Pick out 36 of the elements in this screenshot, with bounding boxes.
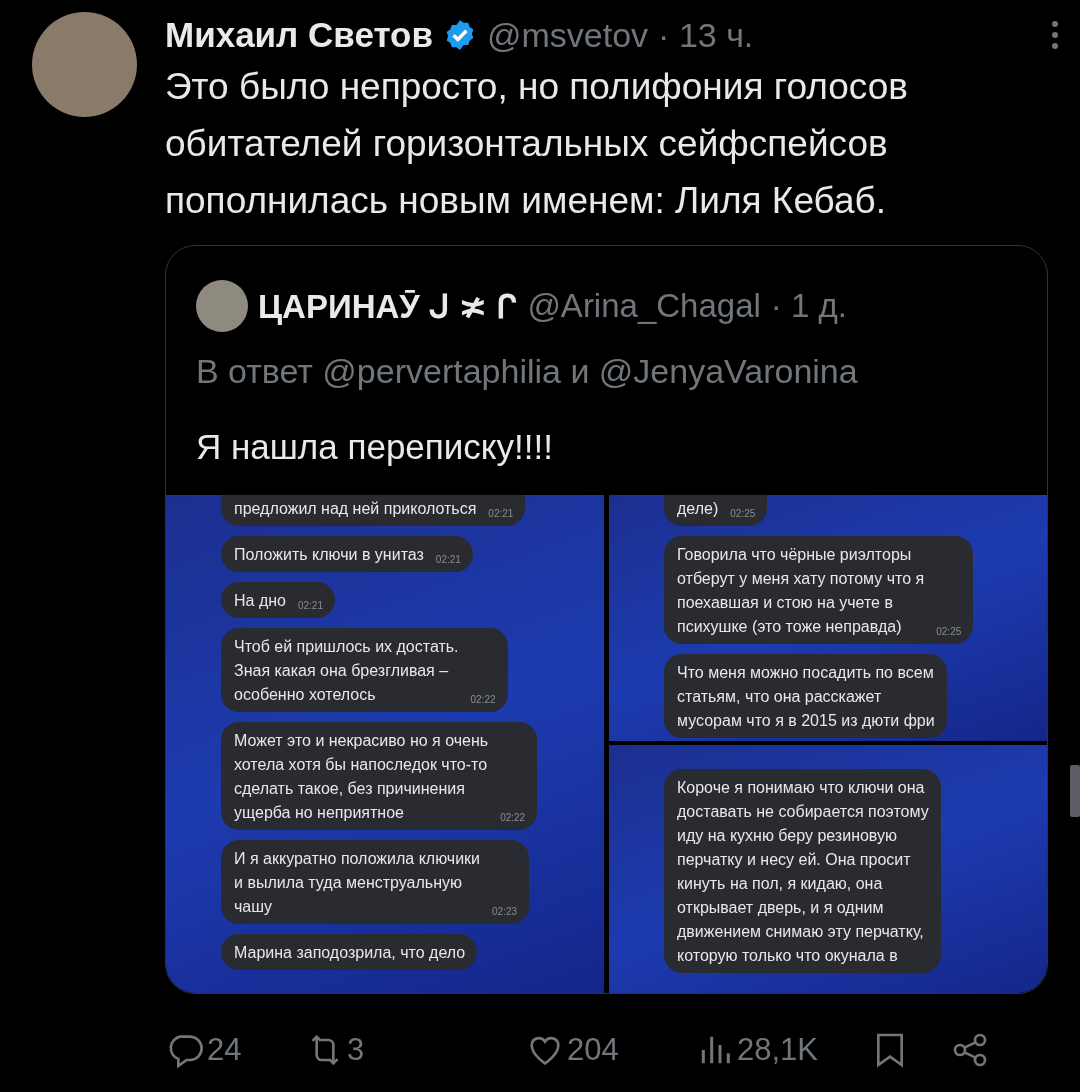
message-time: 02:23 (492, 906, 518, 917)
message-text: Что меня можно посадить по всем статьям, что она расскажет мусорам что я в 2015 из дюти фри (677, 663, 935, 731)
message-text: деле) (677, 499, 719, 519)
post-time: · 13 ч. (658, 15, 754, 55)
message-text: предложил над ней приколоться (234, 499, 477, 519)
message-time: 02:21 (488, 508, 514, 519)
quoted-post[interactable] (165, 245, 1048, 994)
avatar (196, 280, 248, 332)
message-text: Может это и некрасиво но я очень хотела хотя бы напоследок что-то сделать такое, без причинения ущерба но неприятное (234, 731, 489, 823)
message-time: 02:21 (297, 600, 323, 611)
action-count: 204 (567, 1032, 619, 1068)
author-name[interactable]: Михаил Светов (165, 15, 433, 55)
message-text: И я аккуратно положила ключики и вылила туда менструальную чашу (234, 849, 481, 917)
action-count: 3 (347, 1032, 365, 1068)
message-time: 02:22 (500, 812, 526, 823)
action-count: 28,1K (737, 1032, 818, 1068)
quoted-text: Я нашла переписку!!!! (195, 426, 554, 468)
author-handle[interactable]: @msvetov (487, 15, 649, 55)
message-time: 02:25 (730, 508, 756, 519)
message-time: 02:22 (470, 694, 496, 705)
reply-context: В ответ @pervertaphilia и @JenyaVaronina (195, 351, 859, 391)
author-name: ЦАРИНАӮ ᒍ ≭ ᒋ (258, 286, 518, 326)
message-time: 02:25 (936, 626, 962, 637)
post-time: · 1 д. (770, 287, 847, 325)
action-count: 24 (207, 1032, 242, 1068)
scrollbar[interactable] (1070, 765, 1080, 817)
post-text: Это было непросто, но полифония голосов обитателей горизонтальных сейфспейсов пополнилась новым именем: Лиля Кебаб. (165, 65, 909, 223)
message-text: Положить ключи в унитаз (234, 545, 424, 565)
message-text: Говорила что чёрные риэлторы отберут у меня хату потому что я поехавшая и стою на учете в психушке (это тоже неправда) (677, 545, 925, 637)
message-text: Чтоб ей пришлось их достать. Зная какая она брезгливая – особенно хотелось (234, 637, 459, 705)
message-text: Марина заподозрила, что дело (234, 943, 466, 963)
author-handle: @Arina_Chagal (527, 287, 761, 325)
message-time: 02:21 (435, 554, 461, 565)
message-text: Короче я понимаю что ключи она доставать не собирается поэтому иду на кухню беру резиновую перчатку и несу ей. Она просит кинуть на пол, я кидаю, она открывает дверь, и я одним движением снимаю эту перчатку, которую только что окунала в (677, 778, 929, 966)
more-icon[interactable] (1050, 20, 1060, 50)
message-text: На дно (234, 591, 286, 611)
